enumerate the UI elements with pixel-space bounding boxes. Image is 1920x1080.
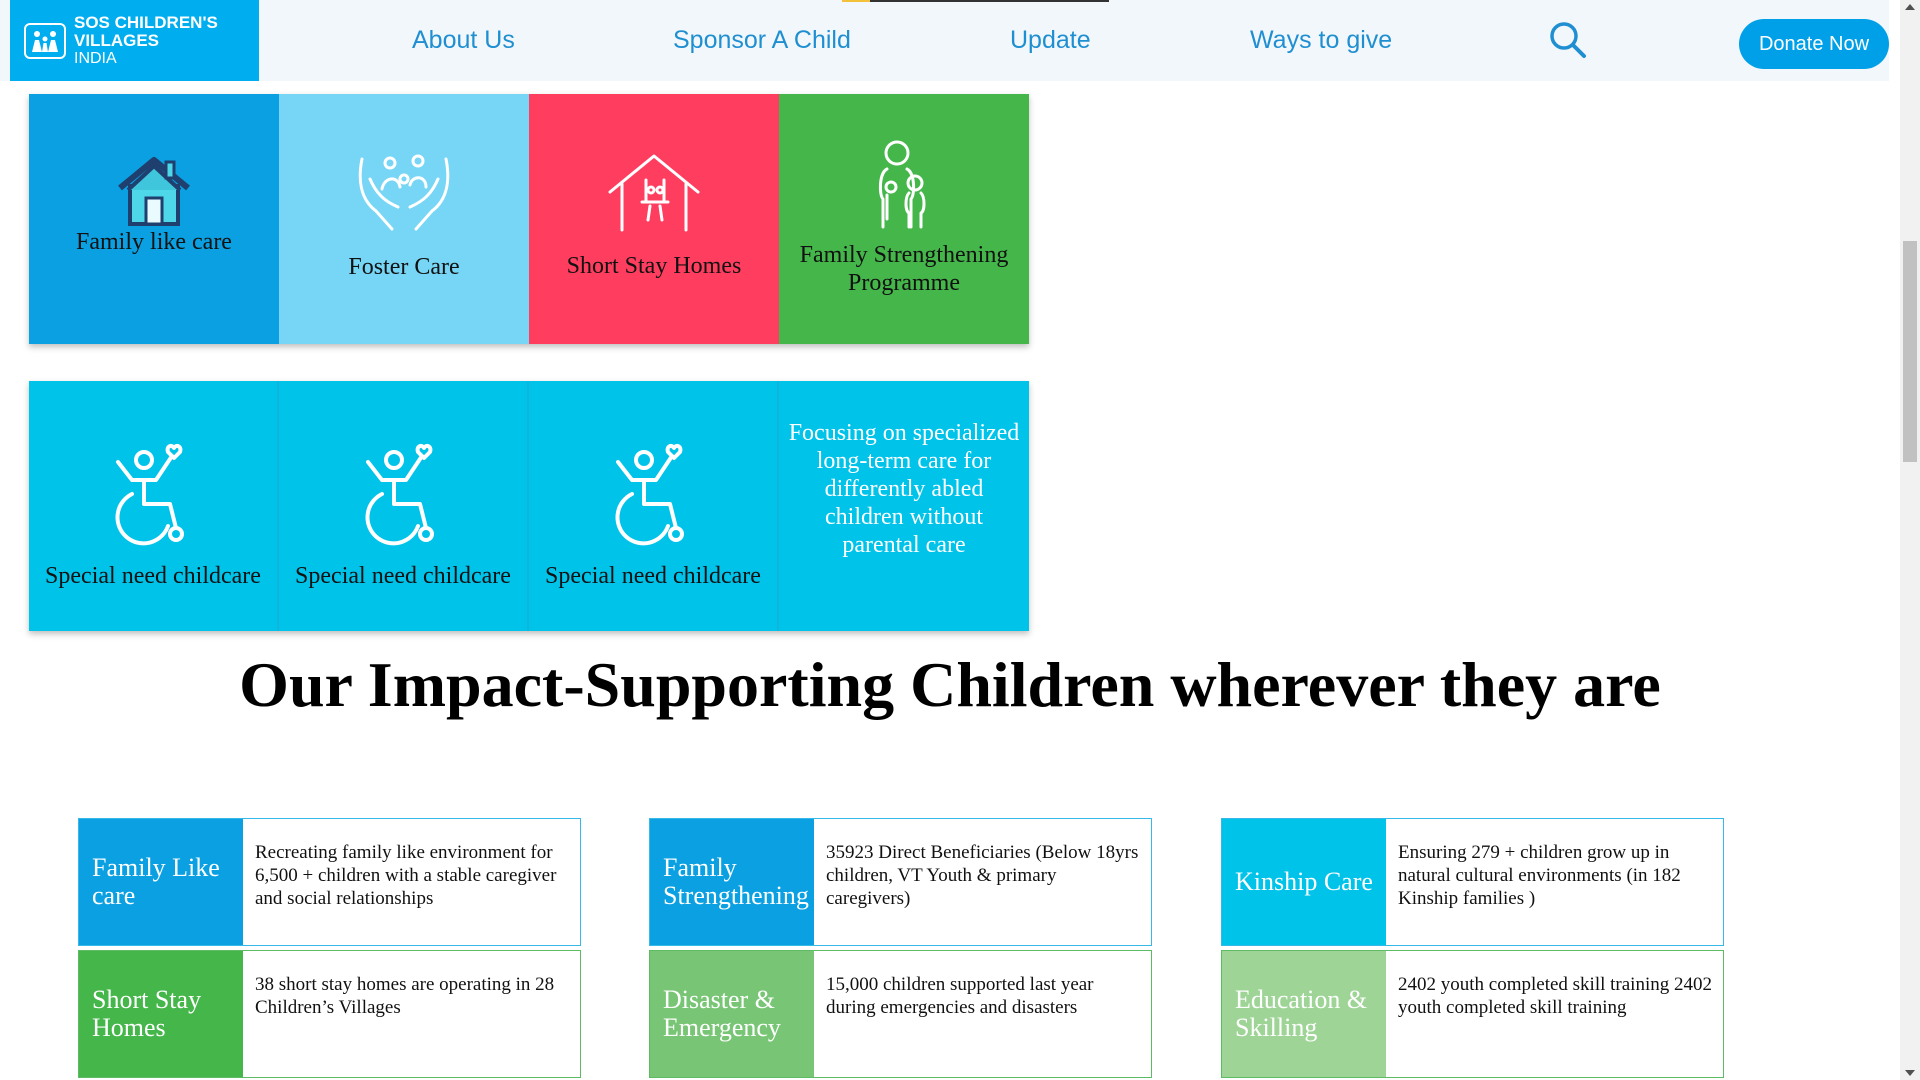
house-icon: [114, 152, 194, 228]
logo-line-1: SOS CHILDREN'S: [74, 12, 218, 32]
card-text: 2402 youth completed skill training 2402…: [1398, 974, 1712, 1018]
impact-card-family-strengthening: Family Strengthening 35923 Direct Benefi…: [649, 818, 1152, 946]
wheelchair-icon: [110, 442, 196, 546]
card-title: Education & Skilling: [1222, 951, 1386, 1077]
site-header: SOS CHILDREN'S VILLAGES INDIA About Us S…: [0, 0, 1889, 81]
card-text: Ensuring 279 + children grow up in natur…: [1398, 842, 1681, 909]
card-title: Family Strengthening: [650, 819, 814, 945]
nav-accent-line: [842, 0, 1109, 2]
impact-card-education-skilling: Education & Skilling 2402 youth complete…: [1221, 950, 1724, 1078]
tile-label: Special need childcare: [545, 563, 761, 589]
scrollbar-thumb[interactable]: [1903, 241, 1917, 462]
services-row-2: Special need childcare Special need chil…: [29, 381, 1029, 631]
card-text: 15,000 children supported last year duri…: [826, 974, 1094, 1018]
tile-label: Short Stay Homes: [566, 253, 742, 279]
card-text: 35923 Direct Beneficiaries (Below 18yrs …: [826, 842, 1139, 909]
card-title: Short Stay Homes: [79, 951, 243, 1077]
children-logo-icon: [24, 22, 66, 59]
impact-heading: Our Impact-Supporting Children wherever …: [239, 649, 1661, 720]
wheelchair-icon: [360, 442, 446, 546]
tile-label: Family Strengthening Programme: [799, 242, 1009, 296]
card-title: Family Like care: [79, 819, 243, 945]
tile-special-need-description[interactable]: Focusing on specialized long-term care f…: [779, 381, 1029, 631]
impact-card-disaster-emergency: Disaster & Emergency 15,000 children sup…: [649, 950, 1152, 1078]
services-row-1: Family like care Foster Care Short Stay …: [29, 94, 1029, 344]
nav-update[interactable]: Update: [1010, 26, 1091, 55]
tile-special-need-childcare-1[interactable]: Special need childcare: [29, 381, 279, 631]
scroll-down-arrow-icon[interactable]: [1905, 1070, 1915, 1076]
tile-special-need-childcare-3[interactable]: Special need childcare: [529, 381, 779, 631]
tile-family-strengthening[interactable]: Family Strengthening Programme: [779, 94, 1029, 344]
tile-label: Special need childcare: [45, 563, 261, 589]
impact-card-kinship-care: Kinship Care Ensuring 279 + children gro…: [1221, 818, 1724, 946]
tile-foster-care[interactable]: Foster Care: [279, 94, 529, 344]
tile-label: Foster Care: [348, 254, 460, 280]
impact-card-family-like-care: Family Like care Recreating family like …: [78, 818, 581, 946]
home-swing-icon: [606, 150, 702, 234]
search-icon[interactable]: [1548, 20, 1588, 60]
scroll-up-arrow-icon[interactable]: [1905, 4, 1915, 10]
nav-sponsor-a-child[interactable]: Sponsor A Child: [673, 26, 851, 55]
nav-ways-to-give[interactable]: Ways to give: [1250, 26, 1392, 55]
wheelchair-icon: [610, 442, 696, 546]
logo-line-3: INDIA: [74, 49, 117, 67]
family-icon: [869, 139, 939, 231]
logo-line-2: VILLAGES: [74, 30, 160, 50]
sos-logo[interactable]: SOS CHILDREN'S VILLAGES INDIA: [10, 0, 259, 81]
tile-family-like-care[interactable]: Family like care: [29, 94, 279, 344]
card-title: Disaster & Emergency: [650, 951, 814, 1077]
impact-card-short-stay-homes: Short Stay Homes 38 short stay homes are…: [78, 950, 581, 1078]
card-text: Recreating family like environment for 6…: [255, 842, 557, 909]
caring-hands-icon: [354, 149, 454, 235]
tile-label: Special need childcare: [295, 563, 511, 589]
card-text: 38 short stay homes are operating in 28 …: [255, 974, 555, 1018]
logo-text: SOS CHILDREN'S VILLAGES INDIA: [74, 12, 218, 68]
tile-description: Focusing on specialized long-term care f…: [788, 420, 1020, 558]
tile-short-stay-homes[interactable]: Short Stay Homes: [529, 94, 779, 344]
nav-about-us[interactable]: About Us: [412, 26, 515, 55]
donate-now-button[interactable]: Donate Now: [1739, 19, 1889, 69]
tile-special-need-childcare-2[interactable]: Special need childcare: [279, 381, 529, 631]
card-title: Kinship Care: [1222, 819, 1386, 945]
tile-label: Family like care: [76, 229, 232, 255]
page-scrollbar[interactable]: [1900, 0, 1920, 1080]
